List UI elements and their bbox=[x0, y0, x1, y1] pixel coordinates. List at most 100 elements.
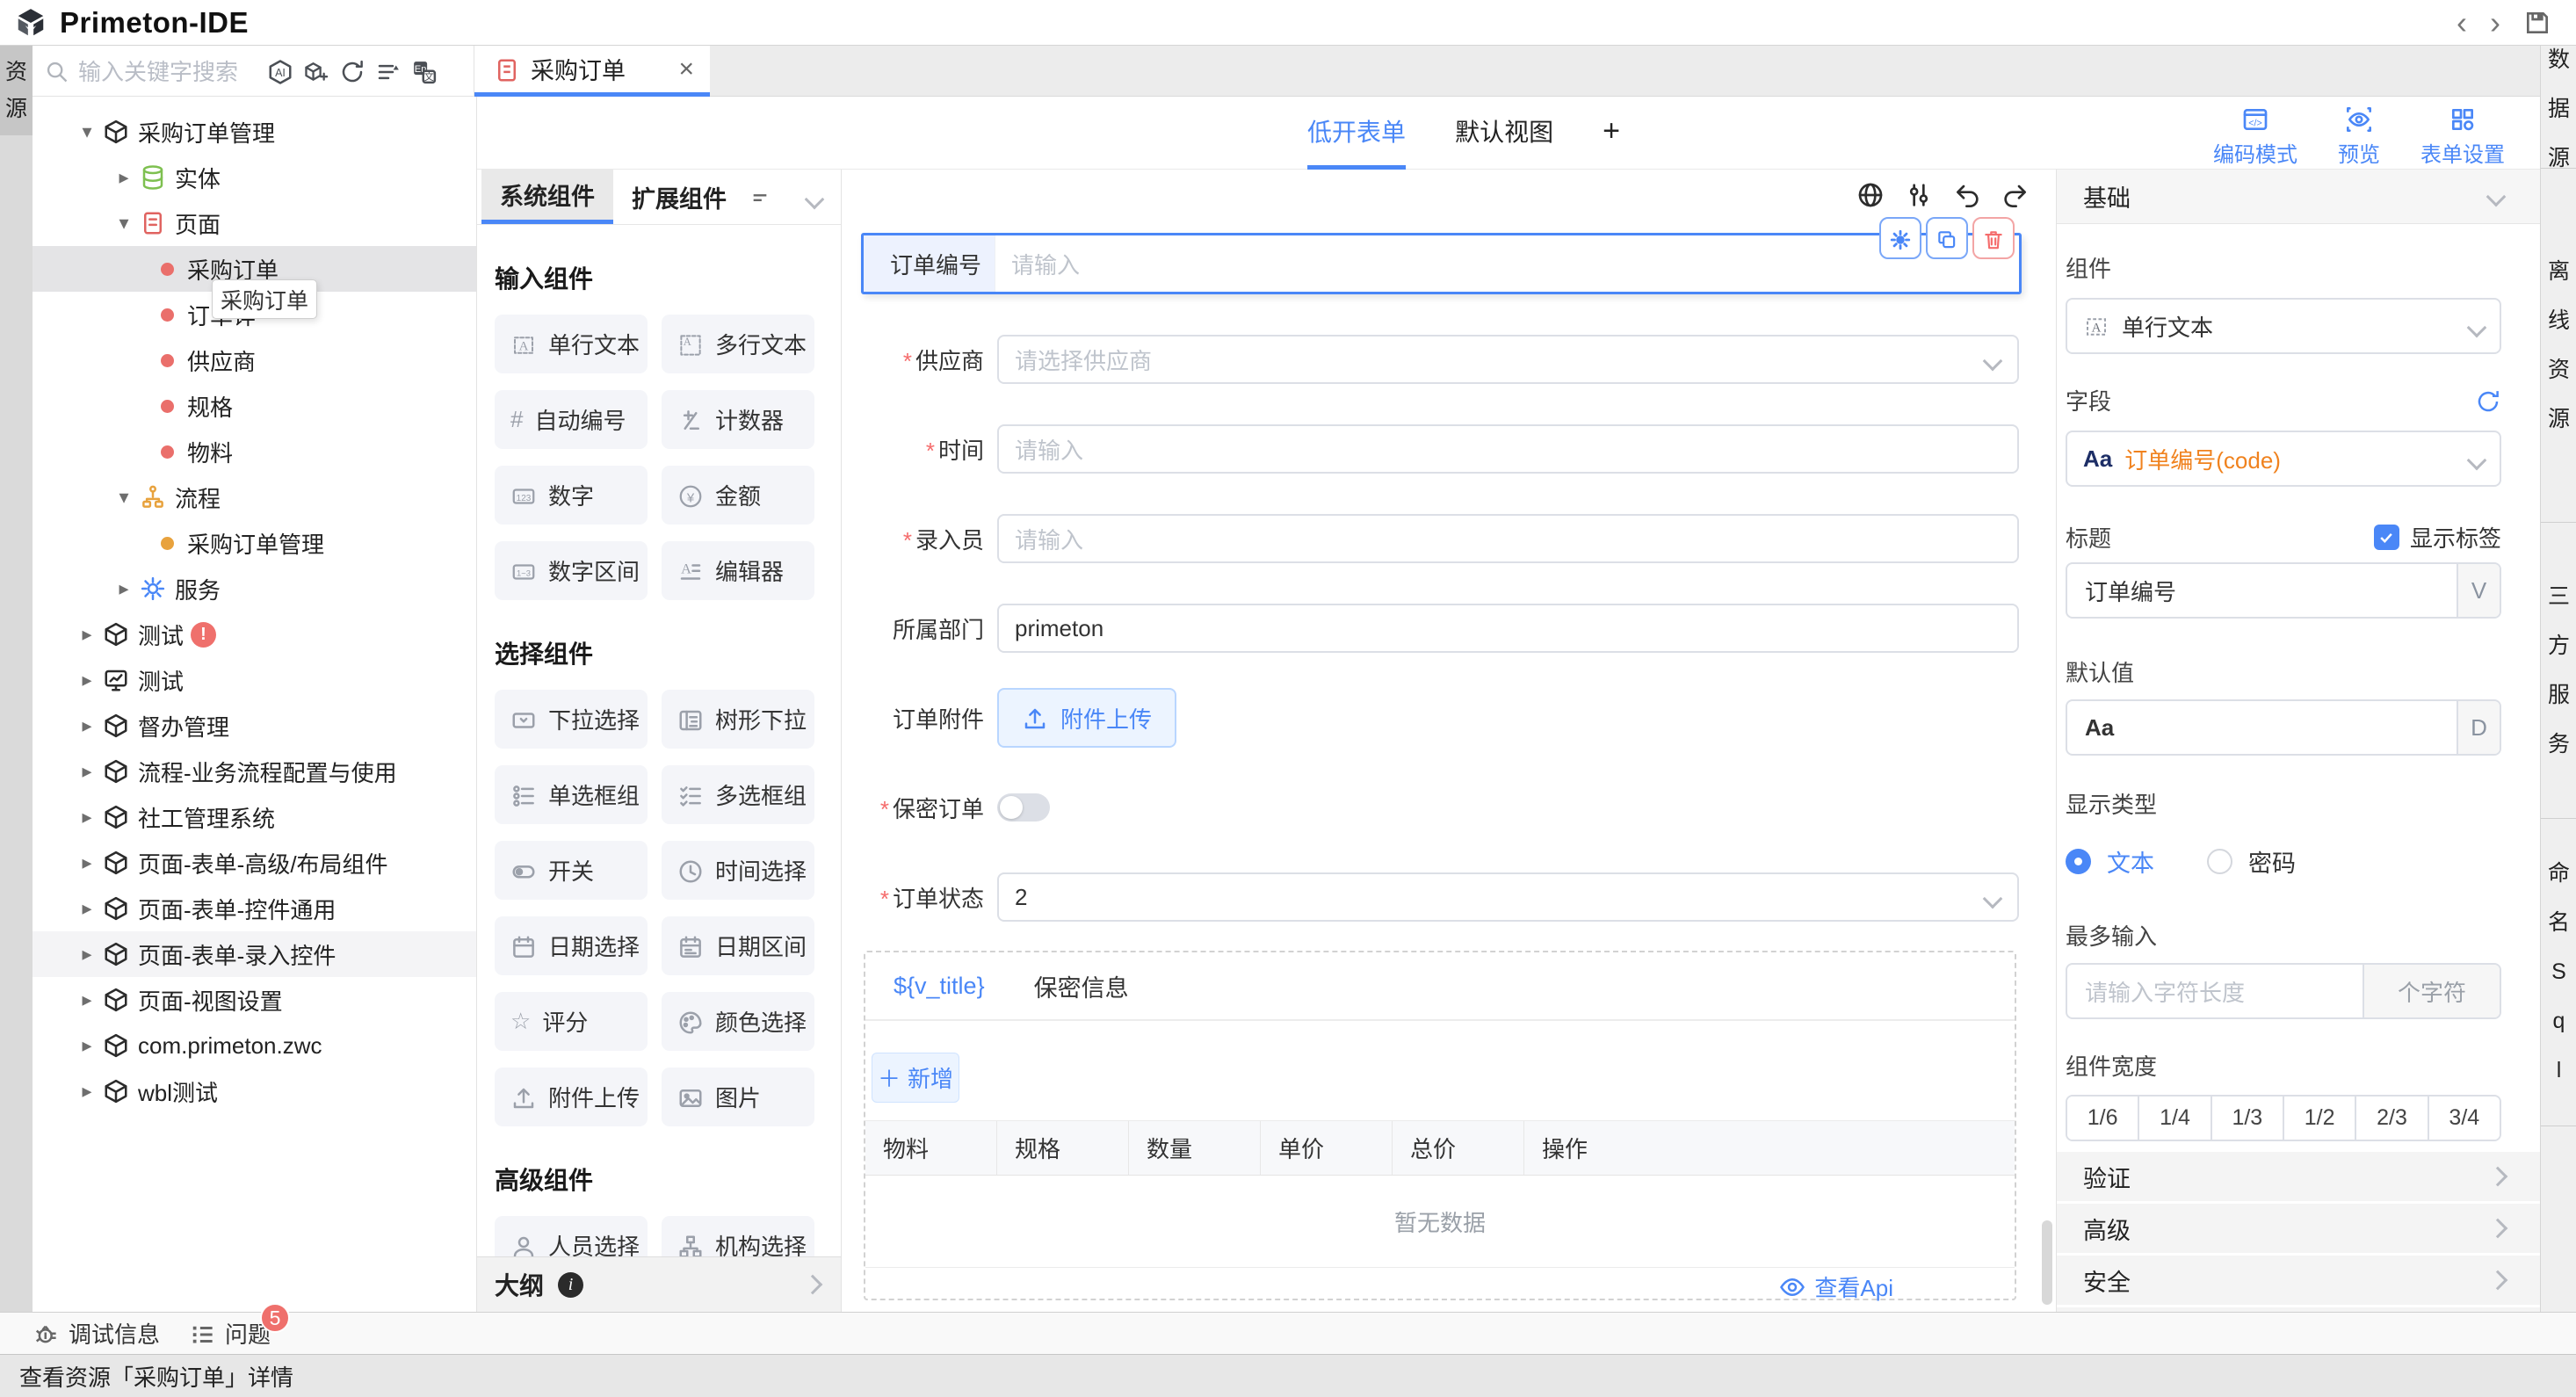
undo-button[interactable] bbox=[1953, 180, 1981, 209]
view-api-link[interactable]: 查看Api bbox=[1814, 1270, 1893, 1303]
grid-action-button[interactable]: 表单设置 bbox=[2420, 105, 2505, 168]
code-action-button[interactable]: </>编码模式 bbox=[2213, 105, 2297, 168]
radio-password[interactable]: 密码 bbox=[2207, 844, 2296, 879]
tab-extension-components[interactable]: 扩展组件 bbox=[613, 170, 745, 224]
tree-item[interactable]: ▸页面-表单-录入控件 bbox=[33, 931, 476, 977]
tree-item[interactable]: 供应商 bbox=[33, 337, 476, 383]
palette-item[interactable]: A多行文本 bbox=[662, 315, 814, 373]
width-option-3-4[interactable]: 3/4 bbox=[2429, 1097, 2500, 1140]
form-field-input[interactable]: *录入员请输入 bbox=[864, 514, 2019, 563]
tree-item[interactable]: ▸实体 bbox=[33, 155, 476, 200]
tree-item[interactable]: ▸页面-表单-控件通用 bbox=[33, 886, 476, 931]
caret-down-icon[interactable]: ▾ bbox=[76, 120, 98, 143]
caret-down-icon[interactable]: ▾ bbox=[113, 486, 134, 509]
tree-item[interactable]: ▸测试! bbox=[33, 612, 476, 657]
caret-right-icon[interactable]: ▸ bbox=[76, 669, 98, 691]
tree-item[interactable]: ▸wbl测试 bbox=[33, 1068, 476, 1114]
caret-right-icon[interactable]: ▸ bbox=[76, 806, 98, 829]
title-input[interactable]: 订单编号 bbox=[2067, 564, 2457, 617]
props-section-collapsed[interactable]: 安全 bbox=[2057, 1256, 2540, 1305]
eye-scan-action-button[interactable]: 预览 bbox=[2338, 105, 2380, 168]
radio-text[interactable]: 文本 bbox=[2066, 844, 2154, 879]
redo-button[interactable] bbox=[2001, 180, 2030, 209]
palette-item[interactable]: 多选框组 bbox=[662, 765, 814, 824]
caret-right-icon[interactable]: ▸ bbox=[76, 1080, 98, 1103]
props-section-basic[interactable]: 基础 bbox=[2057, 170, 2540, 224]
caret-right-icon[interactable]: ▸ bbox=[76, 760, 98, 783]
palette-item[interactable]: 机构选择 bbox=[662, 1216, 814, 1256]
tree-item[interactable]: ▾流程 bbox=[33, 474, 476, 520]
doc-tab-purchase-order[interactable]: 采购订单 × bbox=[474, 46, 710, 97]
gear-field-button[interactable] bbox=[1879, 217, 1921, 259]
search-input[interactable]: 输入关键字搜索 bbox=[45, 54, 264, 87]
palette-item[interactable]: 颜色选择 bbox=[662, 992, 814, 1051]
view-tab-default[interactable]: 默认视图 bbox=[1455, 97, 1553, 170]
palette-item[interactable]: 计数器 bbox=[662, 390, 814, 449]
cube-plus-button[interactable] bbox=[302, 57, 330, 85]
caret-right-icon[interactable]: ▸ bbox=[76, 714, 98, 737]
caret-right-icon[interactable]: ▸ bbox=[76, 623, 98, 646]
palette-item[interactable]: #自动编号 bbox=[495, 390, 648, 449]
palette-item[interactable]: 树形下拉 bbox=[662, 690, 814, 749]
subform-container[interactable]: ${v_title}保密信息 ＋ 新增 物料规格数量单价总价操作 暂无数据 查看… bbox=[864, 951, 2016, 1300]
palette-menu-icon[interactable] bbox=[750, 184, 770, 211]
select-control[interactable]: 请选择供应商 bbox=[997, 335, 2019, 384]
chevron-down-icon[interactable] bbox=[2486, 186, 2507, 206]
caret-right-icon[interactable]: ▸ bbox=[76, 1034, 98, 1057]
palette-item[interactable]: 下拉选择 bbox=[495, 690, 648, 749]
subform-tab[interactable]: 保密信息 bbox=[1034, 969, 1129, 1003]
props-section-collapsed[interactable]: 验证 bbox=[2057, 1152, 2540, 1201]
outline-bar[interactable]: 大纲 i bbox=[477, 1256, 842, 1312]
text-input-control[interactable]: 请输入 bbox=[995, 235, 2019, 292]
tree-item[interactable]: ▸社工管理系统 bbox=[33, 794, 476, 840]
form-field-input[interactable]: *时间请输入 bbox=[864, 424, 2019, 474]
tree-item[interactable]: ▸测试 bbox=[33, 657, 476, 703]
default-value-button[interactable]: D bbox=[2457, 701, 2500, 754]
tree-item[interactable]: ▸服务 bbox=[33, 566, 476, 612]
tree-item[interactable]: ▸督办管理 bbox=[33, 703, 476, 749]
props-section-collapsed[interactable]: 高级 bbox=[2057, 1204, 2540, 1253]
save-icon[interactable] bbox=[2523, 8, 2551, 37]
palette-item[interactable]: A单行文本 bbox=[495, 315, 648, 373]
palette-item[interactable]: 时间选择 bbox=[662, 841, 814, 900]
palette-item[interactable]: 附件上传 bbox=[495, 1068, 648, 1126]
palette-item[interactable]: 1~3数字区间 bbox=[495, 541, 648, 600]
debug-info-tab[interactable]: 调试信息 bbox=[33, 1317, 160, 1350]
tab-system-components[interactable]: 系统组件 bbox=[481, 170, 613, 224]
palette-item[interactable]: 123数字 bbox=[495, 466, 648, 525]
palette-item[interactable]: 单选框组 bbox=[495, 765, 648, 824]
caret-right-icon[interactable]: ▸ bbox=[113, 577, 134, 600]
rail-tab-resources[interactable]: 资源 bbox=[0, 46, 33, 135]
form-field-input[interactable]: 所属部门primeton bbox=[864, 604, 2019, 653]
palette-item[interactable]: 日期区间 bbox=[662, 916, 814, 975]
palette-item[interactable]: ¥金额 bbox=[662, 466, 814, 525]
problems-tab[interactable]: 问题 5 bbox=[190, 1317, 271, 1350]
copy-field-button[interactable] bbox=[1926, 217, 1968, 259]
form-field-input[interactable]: 订单编号请输入 bbox=[861, 233, 2022, 294]
refresh-button[interactable] bbox=[338, 57, 366, 85]
nav-back-button[interactable]: ‹ bbox=[2457, 7, 2467, 39]
tree-item[interactable]: ▾采购订单管理 bbox=[33, 109, 476, 155]
title-variable-button[interactable]: V bbox=[2457, 564, 2500, 617]
close-icon[interactable]: × bbox=[678, 54, 694, 84]
form-field-upload[interactable]: 订单附件附件上传 bbox=[864, 693, 2019, 742]
right-strip-tab[interactable]: 三方服务 bbox=[2541, 522, 2576, 819]
form-field-select[interactable]: *供应商请选择供应商 bbox=[864, 335, 2019, 384]
toggle-switch[interactable] bbox=[997, 793, 1050, 822]
globe-button[interactable] bbox=[1856, 180, 1885, 209]
text-input-control[interactable]: primeton bbox=[997, 604, 2019, 653]
caret-right-icon[interactable]: ▸ bbox=[76, 943, 98, 966]
canvas-scrollbar[interactable] bbox=[2042, 1220, 2052, 1305]
show-label-checkbox[interactable] bbox=[2374, 525, 2399, 550]
form-field-switch[interactable]: *保密订单 bbox=[864, 783, 2019, 832]
caret-right-icon[interactable]: ▸ bbox=[76, 851, 98, 874]
trash-field-button[interactable] bbox=[1972, 217, 2015, 259]
tree-item[interactable]: ▸页面-表单-高级/布局组件 bbox=[33, 840, 476, 886]
caret-down-icon[interactable]: ▾ bbox=[113, 212, 134, 235]
tree-item[interactable]: ▾页面 bbox=[33, 200, 476, 246]
add-view-button[interactable]: + bbox=[1603, 97, 1620, 170]
width-option-1-2[interactable]: 1/2 bbox=[2284, 1097, 2356, 1140]
sort-button[interactable] bbox=[374, 57, 402, 85]
tree-item[interactable]: 规格 bbox=[33, 383, 476, 429]
caret-right-icon[interactable]: ▸ bbox=[76, 988, 98, 1011]
